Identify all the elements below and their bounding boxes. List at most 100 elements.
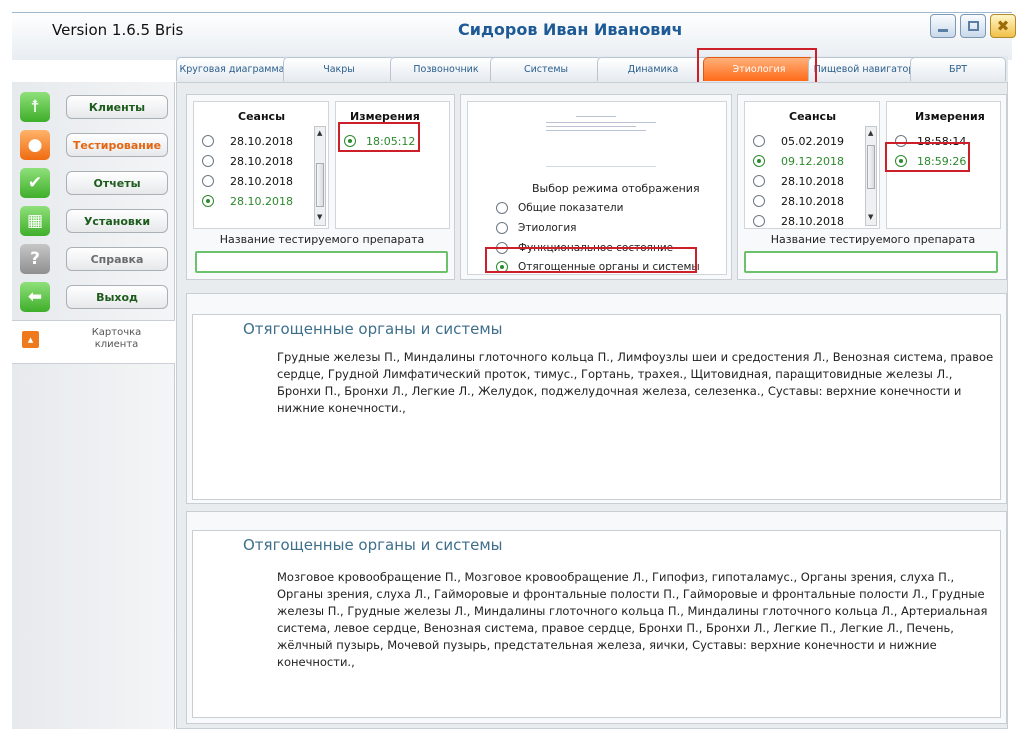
- right-drug-input[interactable]: [744, 251, 998, 273]
- right-session-row-selected[interactable]: 09.12.2018: [753, 152, 844, 170]
- radio-button[interactable]: [202, 195, 214, 207]
- left-measurements-list: Измерения 18:05:12: [335, 101, 450, 229]
- display-mode-title: Выбор режима отображения: [532, 182, 700, 195]
- mode-option-burdened-organs[interactable]: Отягощенные органы и системы: [496, 258, 700, 276]
- right-session-row[interactable]: 28.10.2018: [753, 192, 844, 210]
- client-card-label: Карточка клиента: [91, 327, 142, 350]
- help-button[interactable]: Справка: [66, 247, 168, 271]
- right-session-row[interactable]: 28.10.2018: [753, 172, 844, 190]
- result-text: Мозговое кровообращение П., Мозговое кро…: [277, 570, 988, 669]
- reports-button[interactable]: Отчеты: [66, 171, 168, 195]
- scroll-up-icon[interactable]: ▲: [868, 129, 873, 137]
- client-name: Сидоров Иван Иванович: [458, 20, 683, 39]
- sidebar-item-testing[interactable]: ● Тестирование: [20, 130, 180, 162]
- left-sessions-header: Сеансы: [238, 110, 286, 123]
- mode-label: Функциональное состояние: [518, 242, 674, 254]
- sidebar-item-help[interactable]: ? Справка: [20, 244, 180, 276]
- left-sessions-scrollbar[interactable]: ▲ ▼: [314, 126, 326, 226]
- radio-button[interactable]: [496, 222, 508, 234]
- exit-button[interactable]: Выход: [66, 285, 168, 309]
- sidebar-item-settings[interactable]: ▦ Установки: [20, 206, 180, 238]
- left-session-row[interactable]: 28.10.2018: [202, 132, 293, 150]
- mode-label: Этиология: [518, 222, 577, 234]
- tab-etiologiya[interactable]: Этиология: [703, 57, 815, 81]
- scroll-down-icon[interactable]: ▼: [868, 213, 873, 221]
- right-measurement-row[interactable]: 18:58:14: [895, 132, 966, 150]
- right-measurements-list: Измерения 18:58:14 18:59:26: [886, 101, 1001, 229]
- right-measurement-row-selected[interactable]: 18:59:26: [895, 152, 966, 170]
- result-heading: Отягощенные органы и системы: [243, 536, 503, 554]
- tab-dinamika[interactable]: Динамика: [597, 57, 709, 81]
- display-mode-box: Выбор режима отображения Общие показател…: [467, 101, 727, 275]
- scroll-thumb[interactable]: [867, 145, 875, 189]
- radio-button[interactable]: [202, 135, 214, 147]
- report-preview-thumbnail: [546, 112, 656, 168]
- radio-button[interactable]: [202, 155, 214, 167]
- left-drug-label: Название тестируемого препарата: [219, 233, 425, 246]
- clients-button[interactable]: Клиенты: [66, 95, 168, 119]
- testing-button[interactable]: Тестирование: [66, 133, 168, 157]
- radio-button[interactable]: [202, 175, 214, 187]
- right-session-row[interactable]: 28.10.2018: [753, 212, 844, 230]
- minimize-icon: [938, 28, 948, 32]
- tab-sistemy[interactable]: Системы: [490, 57, 602, 81]
- display-mode-panel: Выбор режима отображения Общие показател…: [460, 94, 732, 280]
- result-heading: Отягощенные органы и системы: [243, 320, 503, 338]
- exit-arrow-icon: ⬅: [20, 282, 50, 312]
- right-sessions-list: Сеансы 05.02.2019 09.12.2018 28.10.2018 …: [744, 101, 880, 229]
- right-measurements-header: Измерения: [915, 110, 985, 123]
- radio-button[interactable]: [753, 195, 765, 207]
- close-button[interactable]: ✖: [990, 14, 1016, 38]
- session-date: 28.10.2018: [230, 134, 293, 148]
- sidebar-item-exit[interactable]: ⬅ Выход: [20, 282, 180, 314]
- person-icon: ☨: [20, 92, 50, 122]
- right-sessions-scrollbar[interactable]: ▲ ▼: [865, 126, 877, 226]
- close-icon: ✖: [996, 17, 1010, 35]
- settings-button[interactable]: Установки: [66, 209, 168, 233]
- radio-button[interactable]: [753, 155, 765, 167]
- user-icon: ●: [20, 130, 50, 160]
- tab-pishchevoy-navigator[interactable]: Пищевой навигатор: [808, 57, 920, 81]
- left-session-row[interactable]: 28.10.2018: [202, 172, 293, 190]
- left-session-panel: Сеансы 28.10.2018 28.10.2018 28.10.2018 …: [186, 94, 455, 280]
- scroll-thumb[interactable]: [316, 163, 324, 207]
- radio-button[interactable]: [496, 242, 508, 254]
- result-panel-left: Отягощенные органы и системы Грудные жел…: [186, 293, 1007, 504]
- left-session-row[interactable]: 28.10.2018: [202, 152, 293, 170]
- sidebar-item-reports[interactable]: ✔ Отчеты: [20, 168, 180, 200]
- session-date: 28.10.2018: [781, 174, 844, 188]
- client-card-item[interactable]: ▴ Карточка клиента: [12, 320, 175, 364]
- radio-button[interactable]: [496, 202, 508, 214]
- sidebar-item-clients[interactable]: ☨ Клиенты: [20, 92, 180, 124]
- radio-button[interactable]: [753, 175, 765, 187]
- radio-button[interactable]: [496, 261, 508, 273]
- mode-option-etiology[interactable]: Этиология: [496, 219, 577, 237]
- tab-chakry[interactable]: Чакры: [283, 57, 395, 81]
- session-date: 28.10.2018: [230, 194, 293, 208]
- tab-brt[interactable]: БРТ: [910, 57, 1006, 81]
- app-version: Version 1.6.5 Bris: [52, 21, 184, 39]
- right-drug-label: Название тестируемого препарата: [770, 233, 976, 246]
- right-session-row[interactable]: 05.02.2019: [753, 132, 844, 150]
- tab-pozvonochnik[interactable]: Позвоночник: [390, 57, 502, 81]
- maximize-icon: [967, 21, 979, 31]
- left-measurement-row-selected[interactable]: 18:05:12: [344, 132, 415, 150]
- maximize-button[interactable]: [960, 14, 986, 38]
- mode-label: Общие показатели: [518, 202, 624, 214]
- scroll-down-icon[interactable]: ▼: [317, 213, 322, 221]
- minimize-button[interactable]: [930, 14, 956, 38]
- scroll-up-icon[interactable]: ▲: [317, 129, 322, 137]
- radio-button[interactable]: [895, 135, 907, 147]
- radio-button[interactable]: [753, 135, 765, 147]
- mode-option-general[interactable]: Общие показатели: [496, 199, 623, 217]
- radio-button[interactable]: [753, 215, 765, 227]
- session-date: 28.10.2018: [781, 214, 844, 228]
- tab-krugovaya-diagramma[interactable]: Круговая диаграмма: [176, 57, 288, 81]
- radio-button[interactable]: [895, 155, 907, 167]
- mode-option-functional[interactable]: Функциональное состояние: [496, 239, 673, 257]
- left-drug-input[interactable]: [195, 251, 448, 273]
- radio-button[interactable]: [344, 135, 356, 147]
- result-panel-right: Отягощенные органы и системы Мозговое кр…: [186, 511, 1007, 724]
- help-icon: ?: [20, 244, 50, 274]
- left-session-row-selected[interactable]: 28.10.2018: [202, 192, 293, 210]
